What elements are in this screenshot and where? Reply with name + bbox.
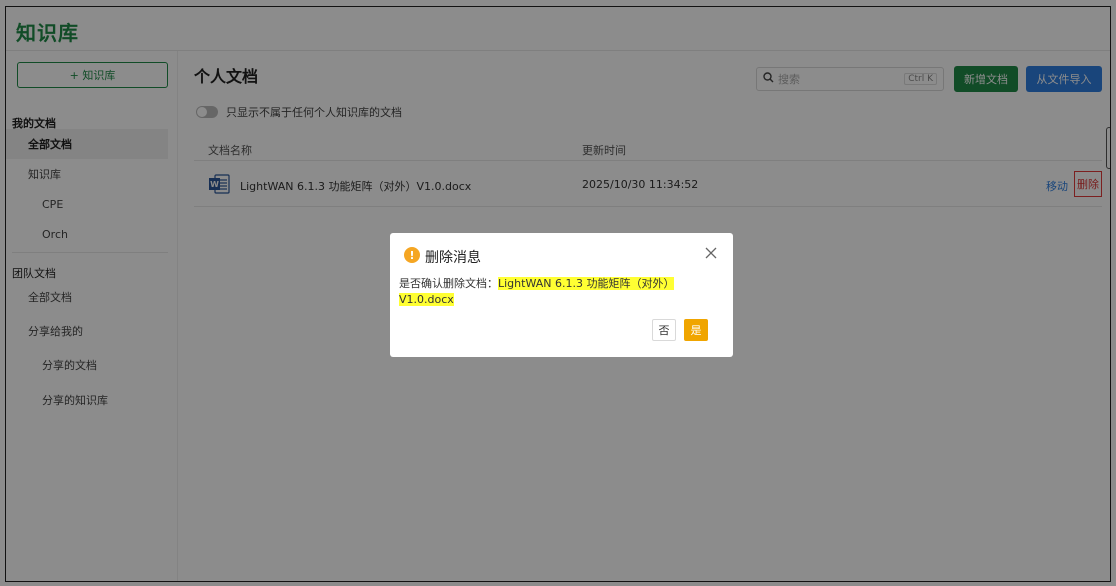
- dialog-message-prefix: 是否确认删除文档：: [399, 277, 498, 290]
- confirm-button[interactable]: 是: [684, 319, 708, 341]
- close-icon[interactable]: [705, 247, 717, 263]
- dialog-message-filename-part1: LightWAN 6.1.3 功能矩阵（对外）: [498, 277, 675, 290]
- dialog-message-filename-part2: V1.0.docx: [399, 293, 454, 306]
- delete-confirm-dialog: ! 删除消息 是否确认删除文档：LightWAN 6.1.3 功能矩阵（对外） …: [390, 233, 733, 357]
- dialog-title: 删除消息: [425, 250, 481, 266]
- warning-icon: !: [404, 247, 420, 263]
- cancel-button[interactable]: 否: [652, 319, 676, 341]
- dialog-message: 是否确认删除文档：LightWAN 6.1.3 功能矩阵（对外） V1.0.do…: [399, 276, 714, 308]
